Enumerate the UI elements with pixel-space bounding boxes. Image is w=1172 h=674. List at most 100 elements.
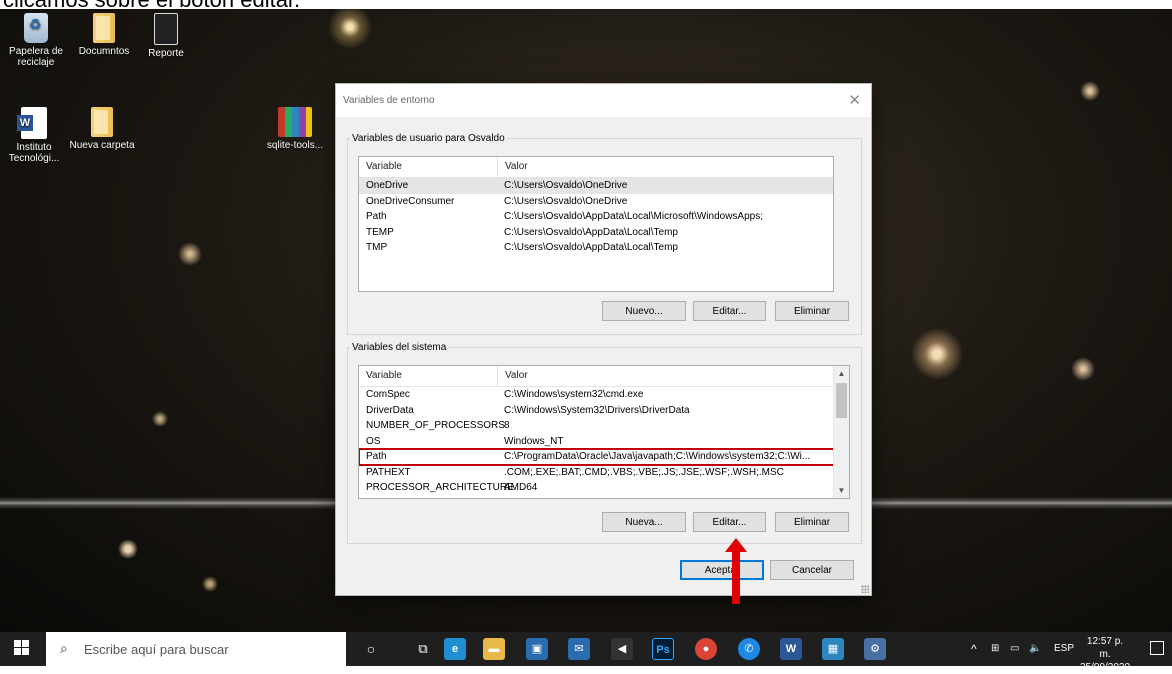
notification-icon[interactable] (1150, 641, 1164, 655)
system-edit-button[interactable]: Editar... (693, 512, 766, 532)
table-row[interactable]: OS Windows_NT (359, 434, 849, 450)
user-variables-legend: Variables de usuario para Osvaldo (352, 133, 505, 144)
desktop-icon-label: sqlite-tools... (266, 140, 324, 151)
windows-logo-icon (22, 648, 29, 655)
table-row[interactable]: PATHEXT .COM;.EXE;.BAT;.CMD;.VBS;.VBE;.J… (359, 465, 849, 481)
column-header-variable[interactable]: Variable (359, 157, 498, 177)
cell-value: 8 (504, 420, 510, 431)
red-arrow-icon (725, 538, 747, 604)
cell-value: C:\Users\Osvaldo\AppData\Local\Temp (504, 242, 678, 253)
clock-date: 25/09/2020 (1080, 662, 1131, 673)
desktop-icon-label: Nueva carpeta (69, 140, 135, 151)
folder-icon (93, 13, 115, 43)
task-view-icon[interactable]: ⧉ (412, 638, 434, 660)
battery-icon[interactable]: ▭ (1010, 632, 1019, 666)
list-header: Variable Valor (359, 366, 834, 387)
cell-value: C:\ProgramData\Oracle\Java\javapath;C:\W… (504, 451, 811, 462)
dialog-title: Variables de entorno (343, 95, 435, 106)
system-variables-list[interactable]: Variable Valor ComSpec C:\Windows\system… (358, 365, 850, 499)
desktop-icon-label: Instituto Tecnológi... (8, 142, 60, 164)
desktop-icon-label: Documntos (78, 46, 130, 57)
reporte-folder-desktop-icon[interactable]: Reporte (132, 13, 200, 59)
recycle-bin-desktop-icon[interactable]: Papelera de reciclaje (2, 13, 70, 68)
user-new-button[interactable]: Nuevo... (602, 301, 686, 321)
cell-variable: PATHEXT (366, 466, 411, 478)
cortana-icon[interactable]: ○ (360, 638, 382, 660)
word-document-desktop-icon[interactable]: Instituto Tecnológi... (0, 107, 68, 164)
desktop-icon-label: Reporte (148, 48, 184, 59)
cell-variable: PROCESSOR_ARCHITECTURE (366, 482, 514, 493)
taskbar-search-input[interactable] (46, 632, 346, 666)
windows-logo-icon (14, 648, 21, 655)
ok-button[interactable]: Aceptar (680, 560, 764, 580)
system-delete-button[interactable]: Eliminar (775, 512, 849, 532)
chrome-icon[interactable]: ● (695, 638, 717, 660)
cell-value: C:\Windows\system32\cmd.exe (504, 389, 644, 400)
desktop-icon-label: Papelera de reciclaje (9, 46, 63, 68)
volume-icon[interactable]: 🔈 (1029, 632, 1041, 666)
scrollbar-thumb[interactable] (836, 383, 847, 418)
cell-variable: OneDriveConsumer (366, 195, 455, 207)
cell-value: C:\Users\Osvaldo\AppData\Local\Microsoft… (504, 211, 763, 222)
clock[interactable]: 12:57 p. m. 25/09/2020 (1080, 635, 1130, 674)
file-explorer-icon[interactable]: ▬ (483, 638, 505, 660)
resize-grip-icon[interactable] (861, 585, 869, 593)
winrar-archive-icon (278, 107, 312, 137)
table-row[interactable]: OneDriveConsumer C:\Users\Osvaldo\OneDri… (359, 194, 833, 210)
caption-strip: clicamos sobre el botón editar. (0, 0, 1172, 9)
system-list-scrollbar[interactable]: ▲ ▼ (833, 366, 849, 498)
taskbar: ⌕ ○ ⧉ e ▬ ▣ ✉ ◀ Ps ● ✆ W ▦ ⚙ ^ ⊞ ▭ 🔈 ESP… (0, 632, 1172, 673)
list-header: Variable Valor (359, 157, 833, 178)
scroll-up-icon[interactable]: ▲ (834, 366, 849, 381)
mail-icon[interactable]: ✉ (568, 638, 590, 660)
system-new-button[interactable]: Nueva... (602, 512, 686, 532)
user-delete-button[interactable]: Eliminar (775, 301, 849, 321)
photoshop-icon[interactable]: Ps (652, 638, 674, 660)
user-edit-button[interactable]: Editar... (693, 301, 766, 321)
word-icon[interactable]: W (780, 638, 802, 660)
column-header-variable[interactable]: Variable (359, 366, 498, 386)
table-row[interactable]: NUMBER_OF_PROCESSORS 8 (359, 418, 849, 434)
dialog-titlebar[interactable]: Variables de entorno ✕ (336, 84, 871, 117)
new-folder-desktop-icon[interactable]: Nueva carpeta (68, 107, 136, 151)
language-indicator[interactable]: ESP (1054, 632, 1074, 666)
cell-variable: ComSpec (366, 389, 410, 400)
table-row[interactable]: TMP C:\Users\Osvaldo\AppData\Local\Temp (359, 240, 833, 256)
tray-chevron-icon[interactable]: ^ (971, 632, 977, 666)
documents-folder-desktop-icon[interactable]: Documntos (70, 13, 138, 57)
table-row-path-highlighted[interactable]: Path C:\ProgramData\Oracle\Java\javapath… (359, 448, 835, 466)
store-icon[interactable]: ▣ (526, 638, 548, 660)
media-icon[interactable]: ◀ (611, 638, 633, 660)
folder-icon (154, 13, 178, 45)
cell-value: C:\Windows\System32\Drivers\DriverData (504, 404, 690, 416)
caption-text: clicamos sobre el botón editar. (3, 0, 300, 9)
cell-value: C:\Users\Osvaldo\AppData\Local\Temp (504, 226, 678, 238)
cell-value: C:\Users\Osvaldo\OneDrive (504, 195, 628, 207)
table-row[interactable]: OneDrive C:\Users\Osvaldo\OneDrive (359, 178, 833, 194)
close-icon[interactable]: ✕ (848, 91, 861, 109)
clock-time: 12:57 p. m. (1086, 636, 1124, 660)
column-header-value[interactable]: Valor (498, 157, 528, 177)
network-icon[interactable]: ⊞ (991, 632, 999, 666)
cell-variable: Path (366, 211, 387, 222)
control-panel-icon[interactable]: ⚙ (864, 638, 886, 660)
start-button[interactable] (14, 640, 30, 656)
windows-logo-icon (14, 640, 21, 647)
table-row[interactable]: Path C:\Users\Osvaldo\AppData\Local\Micr… (359, 209, 833, 225)
edge-icon[interactable]: e (444, 638, 466, 660)
column-header-value[interactable]: Valor (498, 366, 528, 386)
environment-variables-dialog: Variables de entorno ✕ Variables de usua… (335, 83, 872, 596)
table-row[interactable]: ComSpec C:\Windows\system32\cmd.exe (359, 387, 849, 403)
user-variables-list[interactable]: Variable Valor OneDrive C:\Users\Osvaldo… (358, 156, 834, 292)
table-row[interactable]: TEMP C:\Users\Osvaldo\AppData\Local\Temp (359, 225, 833, 241)
table-row[interactable]: PROCESSOR_ARCHITECTURE AMD64 (359, 480, 849, 496)
cancel-button[interactable]: Cancelar (770, 560, 854, 580)
search-icon: ⌕ (60, 640, 68, 656)
scroll-down-icon[interactable]: ▼ (834, 483, 849, 498)
sqlite-archive-desktop-icon[interactable]: sqlite-tools... (261, 107, 329, 151)
photos-icon[interactable]: ▦ (822, 638, 844, 660)
table-row[interactable]: DriverData C:\Windows\System32\Drivers\D… (359, 403, 849, 419)
whatsapp-icon[interactable]: ✆ (738, 638, 760, 660)
cell-variable: OS (366, 435, 381, 447)
cell-variable: TMP (366, 242, 388, 253)
